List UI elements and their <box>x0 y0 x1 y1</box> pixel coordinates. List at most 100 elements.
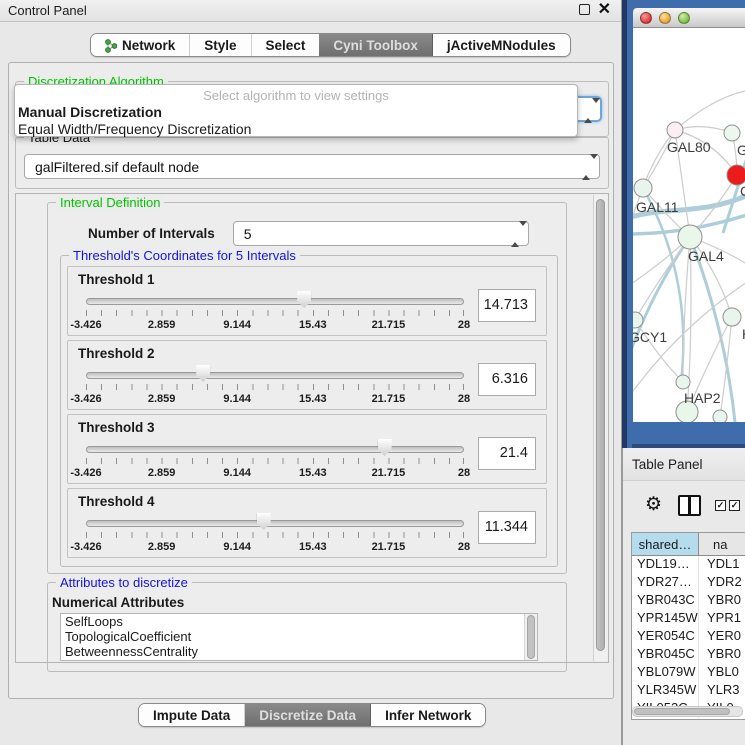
tick-label: 2.859 <box>148 393 176 405</box>
attribute-list-item[interactable]: SelfLoops <box>61 614 537 629</box>
slider-tick-labels: -3.4262.8599.14415.4321.71528 <box>86 467 464 481</box>
column-header-shared-name[interactable]: shared… <box>632 533 699 555</box>
threshold-3-value-field[interactable]: 21.4 <box>478 437 536 470</box>
table-row[interactable]: YPR145WYPR1 <box>632 610 745 628</box>
slider-handle[interactable] <box>297 291 311 308</box>
slider-handle[interactable] <box>257 513 271 530</box>
network-node[interactable] <box>723 308 741 326</box>
cell-name[interactable]: YDR2 <box>699 574 745 592</box>
cell-shared-name[interactable]: YDR27… <box>632 574 699 592</box>
network-node[interactable] <box>678 225 702 249</box>
scrollbar-thumb[interactable] <box>596 199 605 651</box>
table-data-select[interactable]: galFiltered.sif default node <box>24 154 600 179</box>
cell-name[interactable]: YLR3 <box>699 682 745 700</box>
dropdown-option-equal-width-frequency[interactable]: Equal Width/Frequency Discretization <box>15 121 577 138</box>
checked-box-icon[interactable]: ✓ <box>715 500 726 511</box>
threshold-1-slider[interactable]: -3.4262.8599.14415.4321.71528 <box>86 289 464 335</box>
node-label: GAL4 <box>688 248 724 264</box>
interval-definition-label: Interval Definition <box>56 195 164 210</box>
attribute-list-item[interactable]: BetweennessCentrality <box>61 644 537 659</box>
number-of-intervals-select[interactable]: 5 <box>233 221 529 246</box>
table-row[interactable]: YDR27…YDR2 <box>632 574 745 592</box>
node-table: shared… na YDL19…YDL1YDR27…YDR2YBR043CYB… <box>631 532 745 720</box>
settings-vertical-scrollbar[interactable] <box>593 195 607 661</box>
threshold-3-slider[interactable]: -3.4262.8599.14415.4321.71528 <box>86 437 464 483</box>
threshold-3-panel: Threshold 3 -3.4262.8599.14415.4321.7152… <box>67 414 547 484</box>
network-icon <box>105 38 117 53</box>
threshold-2-slider[interactable]: -3.4262.8599.14415.4321.71528 <box>86 363 464 409</box>
slider-track[interactable] <box>86 298 464 305</box>
cell-shared-name[interactable]: YDL19… <box>632 556 699 574</box>
dropdown-option-manual-discretization[interactable]: Manual Discretization <box>15 104 577 121</box>
table-row[interactable]: YER054CYER0 <box>632 628 745 646</box>
tab-impute-data[interactable]: Impute Data <box>139 704 245 726</box>
tab-cyni-toolbox[interactable]: Cyni Toolbox <box>319 34 433 56</box>
cell-shared-name[interactable]: YBL079W <box>632 664 699 682</box>
table-row[interactable]: YBR043CYBR0 <box>632 592 745 610</box>
slider-track[interactable] <box>86 520 464 527</box>
threshold-4-value-field[interactable]: 11.344 <box>478 511 536 544</box>
table-row[interactable]: YBR045CYBR0 <box>632 646 745 664</box>
tab-select[interactable]: Select <box>252 34 320 56</box>
cell-name[interactable]: YBL0 <box>699 664 745 682</box>
mac-minimize-icon[interactable] <box>659 12 671 24</box>
cell-name[interactable]: YER0 <box>699 628 745 646</box>
cell-name[interactable]: YDL1 <box>699 556 745 574</box>
slider-track[interactable] <box>86 446 464 453</box>
tab-network[interactable]: Network <box>91 34 190 56</box>
numerical-attributes-list[interactable]: SelfLoopsTopologicalCoefficientBetweenne… <box>60 613 538 661</box>
threshold-2-value-field[interactable]: 6.316 <box>478 363 536 396</box>
network-canvas[interactable]: GAL80GCGAL11GAL4GCY1HHAP2 <box>633 28 745 422</box>
column-split-icon[interactable] <box>678 495 701 516</box>
table-horizontal-scrollbar[interactable] <box>632 706 743 717</box>
slider-handle[interactable] <box>378 439 392 456</box>
tab-jactivemnodules[interactable]: jActiveMNodules <box>433 34 570 56</box>
tab-discretize-data-label: Discretize Data <box>259 708 356 723</box>
cell-shared-name[interactable]: YBR045C <box>632 646 699 664</box>
network-node[interactable] <box>676 375 690 389</box>
threshold-1-value-field[interactable]: 14.713 <box>478 289 536 322</box>
close-icon[interactable]: ✕ <box>598 4 611 15</box>
scrollbar-thumb[interactable] <box>634 708 730 715</box>
slider-handle[interactable] <box>196 365 210 382</box>
table-header-row: shared… na <box>632 533 745 556</box>
cell-name[interactable]: YBR0 <box>699 592 745 610</box>
cell-name[interactable]: YPR1 <box>699 610 745 628</box>
checked-box-icon[interactable]: ✓ <box>729 500 740 511</box>
tab-infer-network[interactable]: Infer Network <box>371 704 485 726</box>
network-node[interactable] <box>727 165 745 185</box>
tick-label: -3.426 <box>70 467 101 479</box>
cell-shared-name[interactable]: YLR345W <box>632 682 699 700</box>
network-node[interactable] <box>724 125 740 141</box>
table-row[interactable]: YDL19…YDL1 <box>632 556 745 574</box>
table-row[interactable]: YLR345WYLR3 <box>632 682 745 700</box>
network-window-titlebar[interactable] <box>633 8 745 28</box>
bottom-tab-bar: Impute Data Discretize Data Infer Networ… <box>138 703 486 727</box>
attributes-list-scrollbar[interactable] <box>524 614 537 660</box>
mac-zoom-icon[interactable] <box>678 12 690 24</box>
column-header-name[interactable]: na <box>699 533 745 555</box>
cell-shared-name[interactable]: YER054C <box>632 628 699 646</box>
tick-label: 15.43 <box>299 541 327 553</box>
numerical-attributes-label: Numerical Attributes <box>52 595 184 610</box>
slider-track[interactable] <box>86 372 464 379</box>
gear-icon[interactable]: ⚙ <box>645 493 662 516</box>
cell-name[interactable]: YBR0 <box>699 646 745 664</box>
float-window-icon[interactable] <box>579 4 590 15</box>
network-node[interactable] <box>667 122 683 138</box>
cell-shared-name[interactable]: YBR043C <box>632 592 699 610</box>
algorithm-combobox[interactable] <box>576 96 602 122</box>
table-row[interactable]: YBL079WYBL0 <box>632 664 745 682</box>
attribute-list-item[interactable]: TopologicalCoefficient <box>61 629 537 644</box>
network-node[interactable] <box>634 179 652 197</box>
attributes-to-discretize-group: Attributes to discretize Numerical Attri… <box>47 582 567 672</box>
tab-discretize-data[interactable]: Discretize Data <box>245 704 371 726</box>
tab-style[interactable]: Style <box>190 34 251 56</box>
cell-shared-name[interactable]: YPR145W <box>632 610 699 628</box>
mac-close-icon[interactable] <box>640 12 652 24</box>
panel-title: Control Panel <box>8 3 87 18</box>
threshold-4-slider[interactable]: -3.4262.8599.14415.4321.71528 <box>86 511 464 557</box>
slider-tick-labels: -3.4262.8599.14415.4321.71528 <box>86 319 464 333</box>
network-node[interactable] <box>713 410 727 422</box>
dropdown-hint-item[interactable]: Select algorithm to view settings <box>15 88 577 104</box>
